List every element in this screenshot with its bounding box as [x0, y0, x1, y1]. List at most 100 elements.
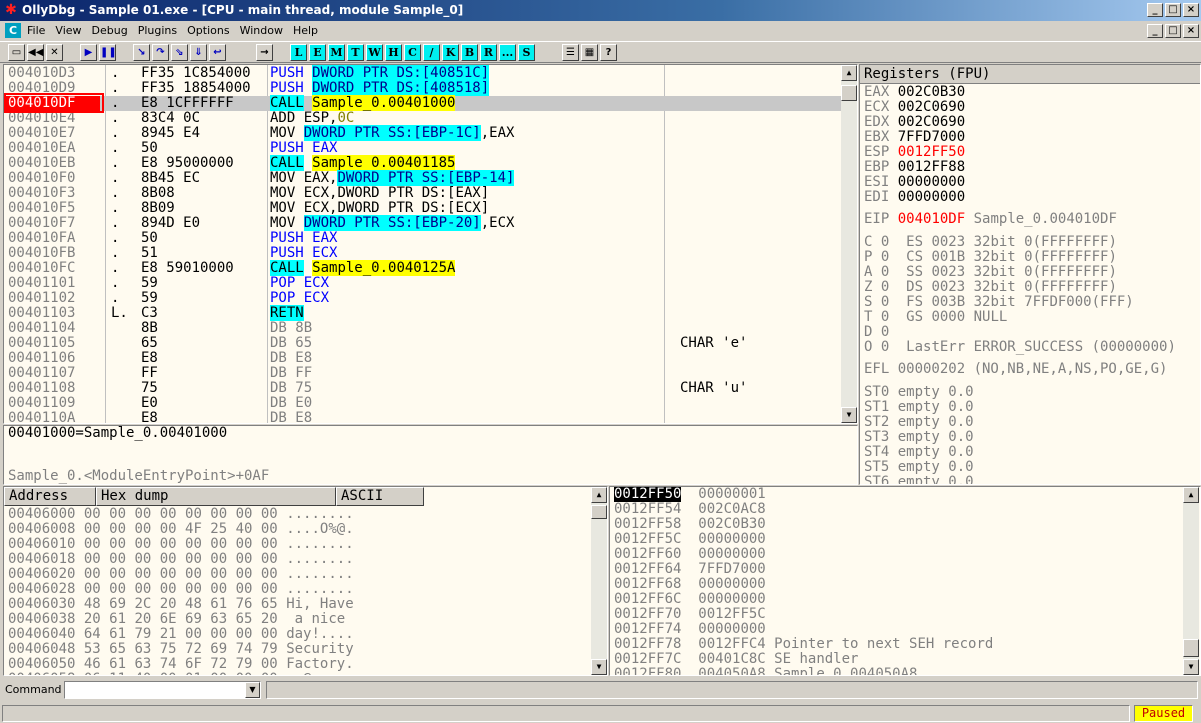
window-button-10[interactable]: R [480, 44, 497, 61]
flag-row[interactable]: C 0 ES 0023 32bit 0(FFFFFFFF) [864, 235, 1117, 250]
register-esi[interactable]: ESI 00000000 [864, 175, 965, 190]
stack-row[interactable]: 0012FF68 00000000 [614, 577, 774, 592]
disasm-row[interactable]: 004010F7. 894D E0 MOV DWORD PTR SS:[EBP-20… [4, 215, 857, 231]
scroll-down-icon[interactable]: ▼ [841, 407, 857, 423]
register-edx[interactable]: EDX 002C0690 [864, 115, 965, 130]
stack-row[interactable]: 0012FF60 00000000 [614, 547, 774, 562]
scroll-down-icon[interactable]: ▼ [591, 659, 607, 675]
step-into-icon[interactable]: ↘ [133, 44, 150, 61]
colors-icon[interactable]: ▦ [581, 44, 598, 61]
menu-item-help[interactable]: Help [293, 24, 318, 37]
menu-item-file[interactable]: File [27, 24, 45, 37]
disasm-row[interactable]: 004010FA. 50 PUSH EAX [4, 231, 857, 246]
help-icon[interactable]: ? [600, 44, 617, 61]
disasm-row[interactable]: 004010DF. E8 1CFFFFFF CALL Sample_0.004010… [4, 95, 857, 111]
disassembly-pane[interactable]: 004010D3. FF35 1C854000 PUSH DWORD PTR DS:… [3, 64, 858, 424]
close-program-icon[interactable]: ✕ [46, 44, 63, 61]
disasm-row[interactable]: 004010FB. 51 PUSH ECX [4, 246, 857, 261]
flag-row[interactable]: D 0 [864, 325, 906, 340]
window-button-2[interactable]: M [328, 44, 345, 61]
register-eax[interactable]: EAX 002C0B30 [864, 85, 965, 100]
stack-row[interactable]: 0012FF74 00000000 [614, 622, 774, 637]
stack-row[interactable]: 0012FF70 0012FF5C [614, 607, 774, 622]
flag-row[interactable]: P 0 CS 001B 32bit 0(FFFFFFFF) [864, 250, 1117, 265]
cpu-window-icon[interactable]: C [5, 23, 21, 38]
disasm-row[interactable]: 0040110A E8 DB E8 [4, 411, 857, 424]
window-button-3[interactable]: T [347, 44, 364, 61]
open-icon[interactable]: ▭ [8, 44, 25, 61]
disasm-row[interactable]: 00401107 FF DB FF [4, 366, 857, 381]
disasm-row[interactable]: 00401104 8B DB 8B [4, 321, 857, 336]
dump-row[interactable]: 00406030 48 69 2C 20 48 61 76 65 Hi, Hav… [8, 597, 354, 612]
stack-row[interactable]: 0012FF80 004050A8 Sample_0.004050A8 [614, 667, 917, 676]
dump-row[interactable]: 00406028 00 00 00 00 00 00 00 00 .......… [8, 582, 354, 597]
dump-ascii-header[interactable]: ASCII [336, 487, 424, 506]
step-over-icon[interactable]: ↷ [152, 44, 169, 61]
menu-item-view[interactable]: View [55, 24, 81, 37]
disasm-row[interactable]: 00401102. 59 POP ECX [4, 291, 857, 306]
dump-scrollbar[interactable]: ▲ ▼ [591, 487, 607, 675]
fpu-register[interactable]: ST1 empty 0.0 [864, 400, 974, 415]
window-button-0[interactable]: L [290, 44, 307, 61]
menu-item-plugins[interactable]: Plugins [138, 24, 177, 37]
fpu-register[interactable]: ST4 empty 0.0 [864, 445, 974, 460]
restart-icon[interactable]: ◀◀ [27, 44, 44, 61]
registers-pane[interactable]: Registers (FPU) EAX 002C0B30 ECX 002C0690… [859, 64, 1201, 485]
dump-row[interactable]: 00406008 00 00 00 00 4F 25 40 00 ....O%@… [8, 522, 354, 537]
stack-row[interactable]: 0012FF64 7FFD7000 [614, 562, 774, 577]
stack-row[interactable]: 0012FF58 002C0B30 [614, 517, 774, 532]
fpu-register[interactable]: ST6 empty 0.0 [864, 475, 974, 485]
fpu-register[interactable]: ST2 empty 0.0 [864, 415, 974, 430]
appearance-icon[interactable]: ☰ [562, 44, 579, 61]
disassembly-scrollbar[interactable]: ▲ ▼ [841, 65, 857, 423]
disasm-row[interactable]: 004010F3. 8B08 MOV ECX,DWORD PTR DS:[EAX] [4, 186, 857, 201]
dump-address-header[interactable]: Address [4, 487, 96, 506]
register-edi[interactable]: EDI 00000000 [864, 190, 965, 205]
dump-hex-header[interactable]: Hex dump [96, 487, 336, 506]
run-icon[interactable]: ▶ [80, 44, 97, 61]
stack-pane[interactable]: 0012FF50 00000001 0012FF54 002C0AC8 0012… [609, 486, 1201, 676]
disasm-row[interactable]: 00401101. 59 POP ECX [4, 276, 857, 291]
disasm-row[interactable]: 00401106 E8 DB E8 [4, 351, 857, 366]
maximize-button[interactable]: □ [1165, 3, 1181, 17]
menu-item-window[interactable]: Window [240, 24, 283, 37]
register-esp[interactable]: ESP 0012FF50 [864, 145, 965, 160]
fpu-register[interactable]: ST5 empty 0.0 [864, 460, 974, 475]
minimize-button[interactable]: _ [1147, 3, 1163, 17]
pause-icon[interactable]: ❚❚ [99, 44, 117, 61]
disasm-row[interactable]: 00401105 65 DB 65 CHAR 'e' [4, 336, 857, 351]
flag-row[interactable]: Z 0 DS 0023 32bit 0(FFFFFFFF) [864, 280, 1117, 295]
registers-header[interactable]: Registers (FPU) [860, 65, 1200, 84]
scroll-up-icon[interactable]: ▲ [841, 65, 857, 81]
register-ecx[interactable]: ECX 002C0690 [864, 100, 965, 115]
scroll-thumb[interactable] [591, 505, 607, 519]
chevron-down-icon[interactable]: ▼ [245, 682, 260, 698]
disasm-row[interactable]: 004010E4. 83C4 0C ADD ESP,0C [4, 111, 857, 126]
stack-row[interactable]: 0012FF78 0012FFC4 Pointer to next SEH re… [614, 637, 993, 652]
ollydbg-app-icon[interactable]: ✱ [4, 3, 18, 17]
flag-row[interactable]: A 0 SS 0023 32bit 0(FFFFFFFF) [864, 265, 1117, 280]
window-button-9[interactable]: B [461, 44, 478, 61]
trace-into-icon[interactable]: ⇘ [171, 44, 188, 61]
menu-item-debug[interactable]: Debug [92, 24, 128, 37]
dump-row[interactable]: 00406048 53 65 63 75 72 69 74 79 Securit… [8, 642, 354, 657]
window-button-1[interactable]: E [309, 44, 326, 61]
close-button[interactable]: × [1183, 3, 1199, 17]
window-button-11[interactable]: ... [499, 44, 516, 61]
register-eip[interactable]: EIP 004010DF Sample_0.004010DF [864, 212, 1117, 227]
window-button-4[interactable]: W [366, 44, 383, 61]
execute-till-return-icon[interactable]: ↩ [209, 44, 226, 61]
scroll-up-icon[interactable]: ▲ [591, 487, 607, 503]
flag-row[interactable]: O 0 LastErr ERROR_SUCCESS (00000000) [864, 340, 1176, 355]
dump-row[interactable]: 00406058 06 11 40 00 01 00 00 00 ..@....… [8, 672, 354, 676]
eflags-register[interactable]: EFL 00000202 (NO,NB,NE,A,NS,PO,GE,G) [864, 362, 1167, 377]
scroll-thumb[interactable] [841, 85, 857, 101]
fpu-register[interactable]: ST0 empty 0.0 [864, 385, 974, 400]
window-button-12[interactable]: S [518, 44, 535, 61]
stack-row[interactable]: 0012FF50 00000001 [614, 487, 774, 502]
dump-row[interactable]: 00406040 64 61 79 21 00 00 00 00 day!...… [8, 627, 354, 642]
disasm-row[interactable]: 004010EB. E8 95000000 CALL Sample_0.004011… [4, 155, 857, 171]
window-button-5[interactable]: H [385, 44, 402, 61]
scroll-up-icon[interactable]: ▲ [1183, 487, 1199, 503]
dump-row[interactable]: 00406020 00 00 00 00 00 00 00 00 .......… [8, 567, 354, 582]
